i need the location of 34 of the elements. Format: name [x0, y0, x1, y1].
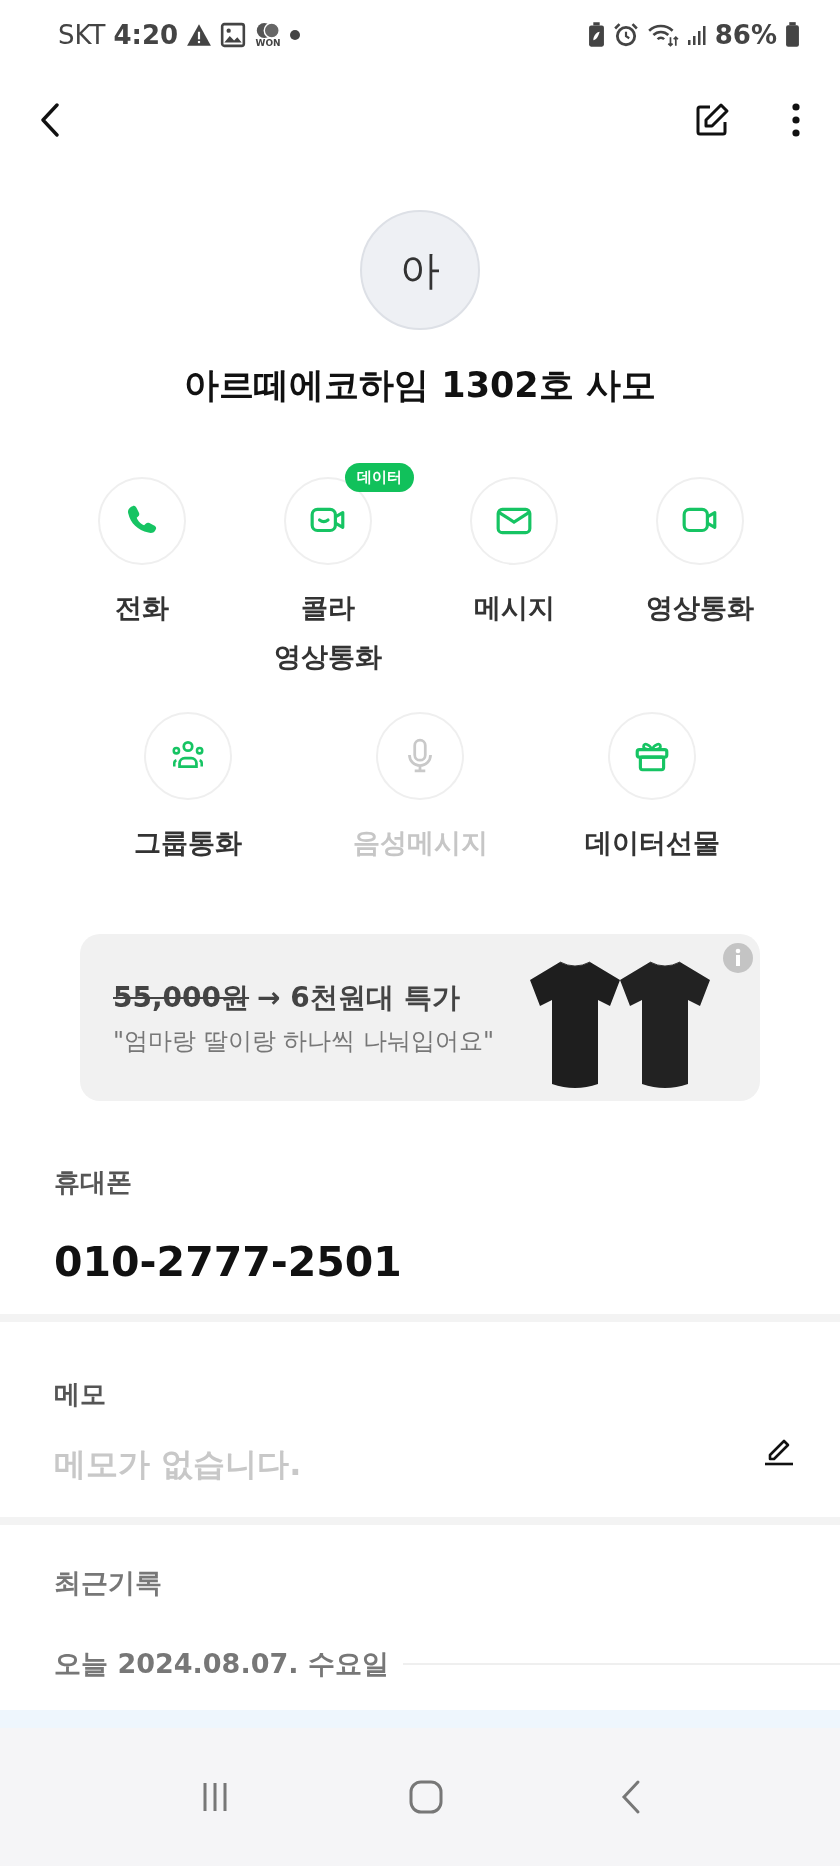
- action-label: 메시지: [473, 591, 555, 625]
- action-label: 영상통화: [646, 591, 754, 625]
- warning-icon: [186, 22, 213, 48]
- battery-icon: [785, 22, 800, 48]
- date-header: 오늘 2024.08.07. 수요일: [54, 1646, 389, 1681]
- clock: 4:20: [113, 18, 179, 52]
- dot-icon: [290, 30, 301, 40]
- home-icon[interactable]: [408, 1779, 444, 1815]
- back-icon[interactable]: [40, 103, 60, 137]
- original-price: 55,000원: [113, 979, 250, 1016]
- avatar: 아: [360, 210, 480, 330]
- action-label: 콜라 영상통화: [274, 591, 382, 674]
- contact-name: 아르떼에코하임 1302호 사모: [184, 364, 656, 407]
- wifi-icon: [646, 22, 679, 48]
- data-badge: 데이터: [345, 463, 414, 492]
- battery-saver-icon: [587, 22, 605, 48]
- alarm-icon: [612, 22, 639, 48]
- more-icon[interactable]: [792, 103, 800, 137]
- info-icon[interactable]: [722, 942, 754, 974]
- phone-number: 010-2777-2501: [54, 1237, 403, 1288]
- field-label: 휴대폰: [54, 1166, 133, 1199]
- field-label: 메모: [54, 1378, 107, 1411]
- offer-text: → 6천원대 특가: [257, 979, 460, 1016]
- ad-quote: "엄마랑 딸이랑 하나씩 나눠입어요": [113, 1025, 495, 1057]
- carrier-name: SKT: [58, 18, 106, 52]
- battery-percent: 86%: [714, 18, 777, 52]
- edit-icon[interactable]: [694, 102, 730, 138]
- section-title: 최근기록: [54, 1566, 163, 1600]
- action-label: 전화: [115, 591, 169, 625]
- action-label: 음성메시지: [352, 826, 488, 860]
- action-label: 그룹통화: [134, 826, 242, 860]
- image-icon: [220, 22, 247, 48]
- notification-label: WON: [255, 39, 281, 48]
- action-label: 데이터선물: [584, 826, 720, 860]
